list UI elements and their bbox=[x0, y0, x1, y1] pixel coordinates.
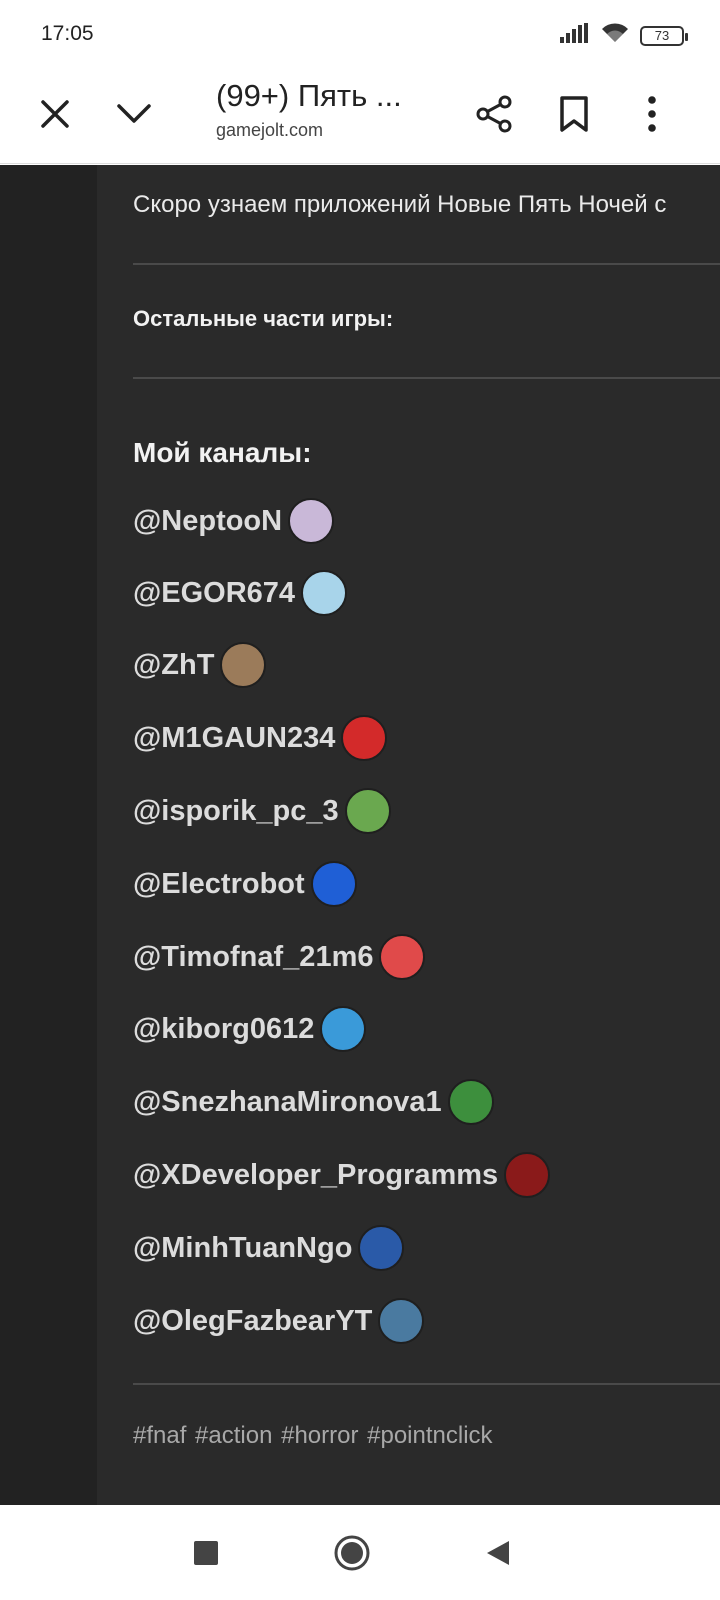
channel-mention[interactable]: @isporik_pc_3 bbox=[133, 788, 391, 834]
signal-icon bbox=[560, 23, 590, 48]
channels-heading: Мой каналы: bbox=[133, 437, 312, 468]
channel-mention[interactable]: @SnezhanaMironova1 bbox=[133, 1079, 494, 1125]
channel-name[interactable]: @NeptooN bbox=[133, 505, 282, 538]
web-page: Скоро узнаем приложений Новые Пять Ночей… bbox=[0, 165, 720, 1505]
channel-name[interactable]: @SnezhanaMironova1 bbox=[133, 1086, 442, 1119]
channel-avatar[interactable] bbox=[344, 788, 391, 834]
channel-name[interactable]: @OlegFazbearYT bbox=[133, 1305, 372, 1338]
channel-name[interactable]: @ZhT bbox=[133, 649, 214, 682]
channel-mention[interactable]: @XDeveloper_Programms bbox=[133, 1152, 551, 1198]
channel-avatar[interactable] bbox=[504, 1152, 551, 1198]
channel-mention[interactable]: @OlegFazbearYT bbox=[133, 1298, 425, 1344]
channel-avatar[interactable] bbox=[379, 934, 426, 980]
share-icon[interactable] bbox=[466, 86, 522, 142]
channel-mention[interactable]: @NeptooN bbox=[133, 498, 335, 544]
other-parts-heading: Остальные части игры: bbox=[133, 306, 394, 331]
channel-avatar[interactable] bbox=[310, 861, 357, 907]
divider bbox=[133, 263, 720, 265]
channel-name[interactable]: @isporik_pc_3 bbox=[133, 795, 339, 828]
bookmark-icon[interactable] bbox=[546, 86, 602, 142]
recents-square-icon[interactable] bbox=[184, 1531, 228, 1575]
post-content: Скоро узнаем приложений Новые Пять Ночей… bbox=[97, 165, 720, 1505]
channel-avatar[interactable] bbox=[301, 570, 348, 616]
channel-mention[interactable]: @MinhTuanNgo bbox=[133, 1225, 405, 1271]
channel-name[interactable]: @Timofnaf_21m6 bbox=[133, 941, 373, 974]
custom-tab-toolbar: (99+) Пять ... gamejolt.com bbox=[0, 68, 720, 164]
chevron-down-icon[interactable] bbox=[106, 86, 162, 142]
status-icons: 73 bbox=[560, 22, 688, 49]
divider bbox=[133, 1383, 720, 1385]
channel-name[interactable]: @kiborg0612 bbox=[133, 1013, 314, 1046]
system-nav-bar bbox=[0, 1505, 720, 1600]
channel-avatar[interactable] bbox=[320, 1006, 367, 1052]
page-url: gamejolt.com bbox=[216, 120, 324, 140]
channel-name[interactable]: @EGOR674 bbox=[133, 577, 295, 610]
channel-mention[interactable]: @EGOR674 bbox=[133, 570, 348, 616]
battery-icon: 73 bbox=[640, 25, 688, 46]
close-icon[interactable] bbox=[27, 86, 83, 142]
channel-name[interactable]: @MinhTuanNgo bbox=[133, 1232, 352, 1265]
divider bbox=[133, 377, 720, 379]
channel-name[interactable]: @M1GAUN234 bbox=[133, 722, 335, 755]
wifi-icon bbox=[600, 22, 630, 49]
channel-avatar[interactable] bbox=[447, 1079, 494, 1125]
post-intro-text: Скоро узнаем приложений Новые Пять Ночей… bbox=[133, 191, 667, 218]
channel-mention[interactable]: @Timofnaf_21m6 bbox=[133, 934, 426, 980]
page-side-strip bbox=[0, 165, 97, 1505]
status-bar: 17:05 73 bbox=[0, 0, 720, 68]
back-triangle-icon[interactable] bbox=[476, 1531, 520, 1575]
channel-avatar[interactable] bbox=[220, 642, 267, 688]
channel-avatar[interactable] bbox=[358, 1225, 405, 1271]
home-circle-icon[interactable] bbox=[330, 1531, 374, 1575]
post-tags[interactable]: #fnaf #action #horror #pointnclick bbox=[133, 1422, 493, 1450]
channel-avatar[interactable] bbox=[341, 715, 388, 761]
channel-mention[interactable]: @ZhT bbox=[133, 642, 267, 688]
channel-mention[interactable]: @M1GAUN234 bbox=[133, 715, 388, 761]
channel-name[interactable]: @XDeveloper_Programms bbox=[133, 1159, 498, 1192]
status-time: 17:05 bbox=[41, 22, 94, 45]
more-vert-icon[interactable] bbox=[624, 86, 680, 142]
channel-avatar[interactable] bbox=[378, 1298, 425, 1344]
page-title: (99+) Пять ... bbox=[216, 78, 402, 113]
channel-mention[interactable]: @kiborg0612 bbox=[133, 1006, 367, 1052]
channel-name[interactable]: @Electrobot bbox=[133, 868, 305, 901]
channel-avatar[interactable] bbox=[288, 498, 335, 544]
channel-mention[interactable]: @Electrobot bbox=[133, 861, 357, 907]
